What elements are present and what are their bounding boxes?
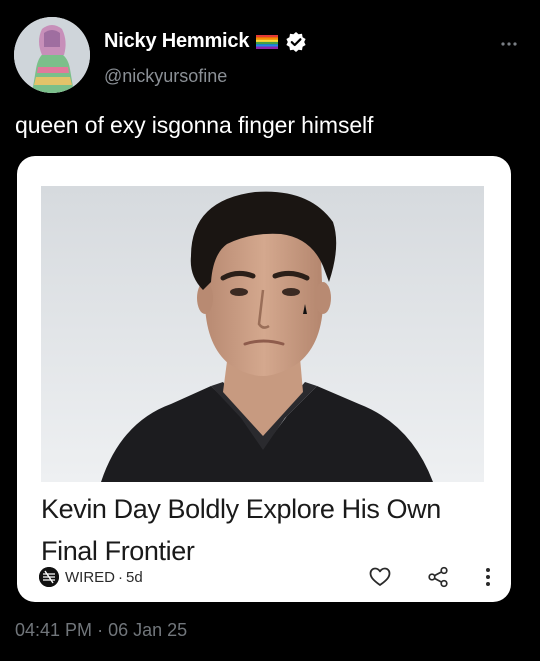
avatar[interactable] <box>14 17 90 93</box>
tweet-time: 04:41 PM <box>15 620 93 640</box>
tweet-container: Nicky Hemmick @nickyursofine queen of ex… <box>0 0 540 661</box>
tweet-date: 06 Jan 25 <box>108 620 188 640</box>
card-photo <box>41 186 484 482</box>
wired-logo-icon <box>39 567 59 587</box>
tweet-timestamp[interactable]: 04:41 PM · 06 Jan 25 <box>15 620 187 641</box>
vertical-dots-icon[interactable] <box>485 567 491 587</box>
card-separator: · <box>118 568 123 586</box>
author-name-row: Nicky Hemmick <box>104 30 307 53</box>
tweet-text: queen of exy isgonna finger himself <box>15 112 374 138</box>
card-headline[interactable]: Kevin Day Boldly Explore His Own Final F… <box>41 488 486 572</box>
rainbow-flag-icon <box>256 34 279 49</box>
share-icon[interactable] <box>427 566 449 588</box>
verified-badge-icon <box>285 31 307 53</box>
card-footer: WIRED · 5d <box>39 562 491 592</box>
card-age: 5d <box>126 568 143 586</box>
card-source[interactable]: WIRED <box>65 569 115 586</box>
author-display-name[interactable]: Nicky Hemmick <box>104 30 249 53</box>
more-horizontal-icon[interactable] <box>500 36 518 47</box>
card-actions <box>369 562 491 592</box>
author-handle[interactable]: @nickyursofine <box>104 66 227 87</box>
heart-icon[interactable] <box>369 567 391 587</box>
link-preview-card[interactable]: Kevin Day Boldly Explore His Own Final F… <box>17 156 511 602</box>
timestamp-separator: · <box>97 620 104 640</box>
